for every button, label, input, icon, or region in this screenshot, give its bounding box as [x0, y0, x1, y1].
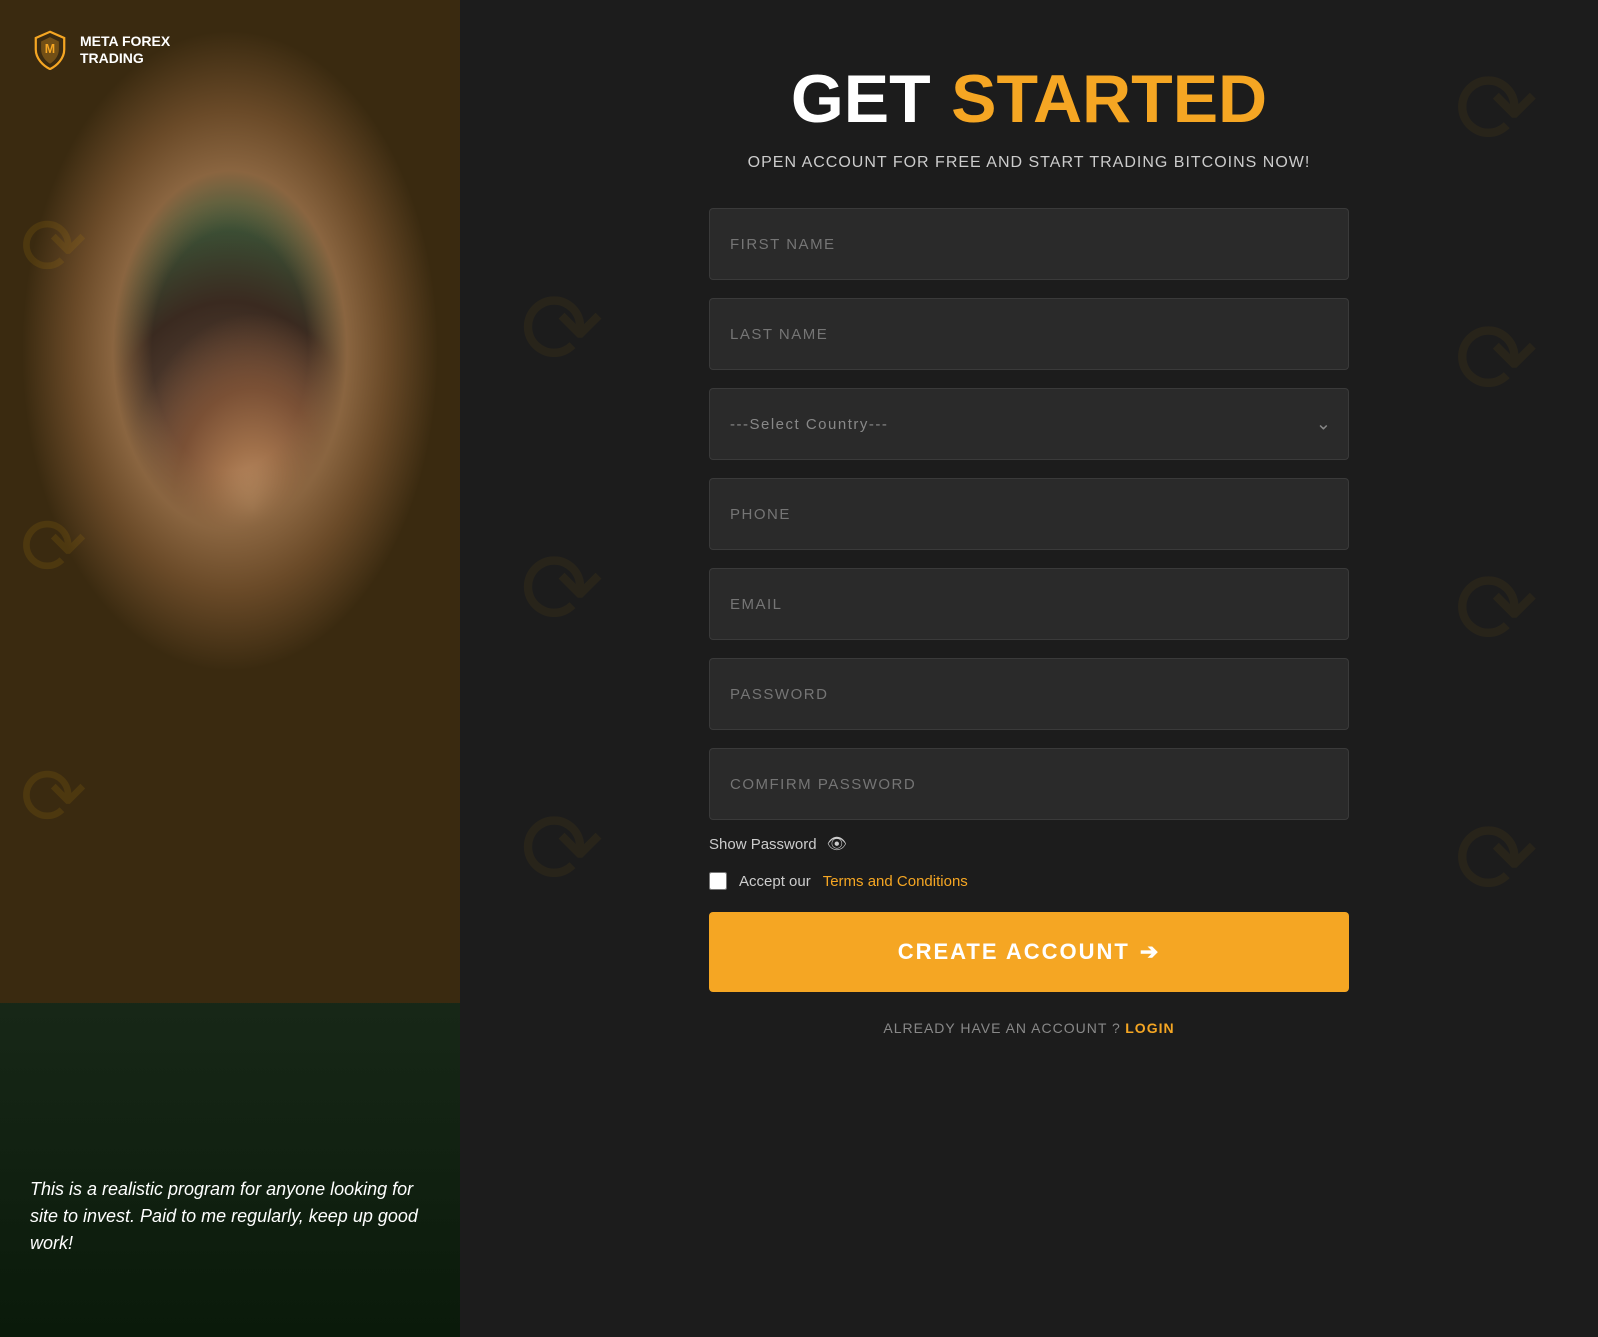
- heading-started: STARTED: [951, 61, 1267, 137]
- right-panel: ⟳ ⟳ ⟳ ⟳ ⟳ ⟳ ⟳ GET STARTED OPEN ACCOUNT F…: [460, 0, 1598, 1337]
- wm-right-3: ⟳: [1454, 550, 1538, 667]
- last-name-input[interactable]: [709, 298, 1349, 370]
- left-panel: ⟳ ⟳ ⟳ M META FOREX TRADING This is a rea…: [0, 0, 460, 1337]
- confirm-password-input[interactable]: [709, 748, 1349, 820]
- svg-text:M: M: [45, 42, 55, 56]
- terms-accept-label: Accept our: [739, 873, 811, 890]
- testimonial-area: This is a realistic program for anyone l…: [30, 1176, 430, 1257]
- email-input[interactable]: [709, 568, 1349, 640]
- logo-area: M META FOREX TRADING: [30, 30, 170, 70]
- terms-checkbox[interactable]: [709, 872, 727, 890]
- login-row: ALREADY HAVE AN ACCOUNT ? LOGIN: [709, 1020, 1349, 1038]
- wm-right-4: ⟳: [1454, 800, 1538, 917]
- logo-text: META FOREX TRADING: [80, 33, 170, 67]
- registration-form: ---Select Country--- United States Unite…: [709, 208, 1349, 1038]
- create-account-button[interactable]: CREATE ACCOUNT ➔: [709, 912, 1349, 992]
- subheading-text: OPEN ACCOUNT FOR FREE AND START TRADING …: [748, 154, 1311, 172]
- terms-row: Accept our Terms and Conditions: [709, 872, 1349, 890]
- logo-shield-icon: M: [30, 30, 70, 70]
- watermark-icon-3: ⟳: [20, 750, 87, 843]
- terms-link[interactable]: Terms and Conditions: [823, 873, 968, 890]
- watermark-icon-2: ⟳: [20, 500, 87, 593]
- heading-area: GET STARTED: [540, 60, 1518, 138]
- watermark-icon-1: ⟳: [20, 200, 87, 293]
- arrow-icon: ➔: [1140, 939, 1160, 965]
- phone-input[interactable]: [709, 478, 1349, 550]
- first-name-input[interactable]: [709, 208, 1349, 280]
- wm-right-7: ⟳: [520, 790, 604, 907]
- login-prompt: ALREADY HAVE AN ACCOUNT ?: [883, 1020, 1120, 1036]
- create-account-label: CREATE ACCOUNT: [898, 939, 1130, 965]
- testimonial-text: This is a realistic program for anyone l…: [30, 1176, 430, 1257]
- heading-get: GET: [791, 61, 931, 137]
- login-link[interactable]: LOGIN: [1125, 1020, 1174, 1036]
- wm-right-6: ⟳: [520, 530, 604, 647]
- country-select-wrapper: ---Select Country--- United States Unite…: [709, 388, 1349, 460]
- show-password-row: Show Password 👁: [709, 834, 1349, 854]
- wm-right-2: ⟳: [1454, 300, 1538, 417]
- wm-right-5: ⟳: [520, 270, 604, 387]
- show-password-label: Show Password: [709, 836, 817, 853]
- password-input[interactable]: [709, 658, 1349, 730]
- eye-icon[interactable]: 👁: [827, 834, 847, 854]
- country-select[interactable]: ---Select Country--- United States Unite…: [709, 388, 1349, 460]
